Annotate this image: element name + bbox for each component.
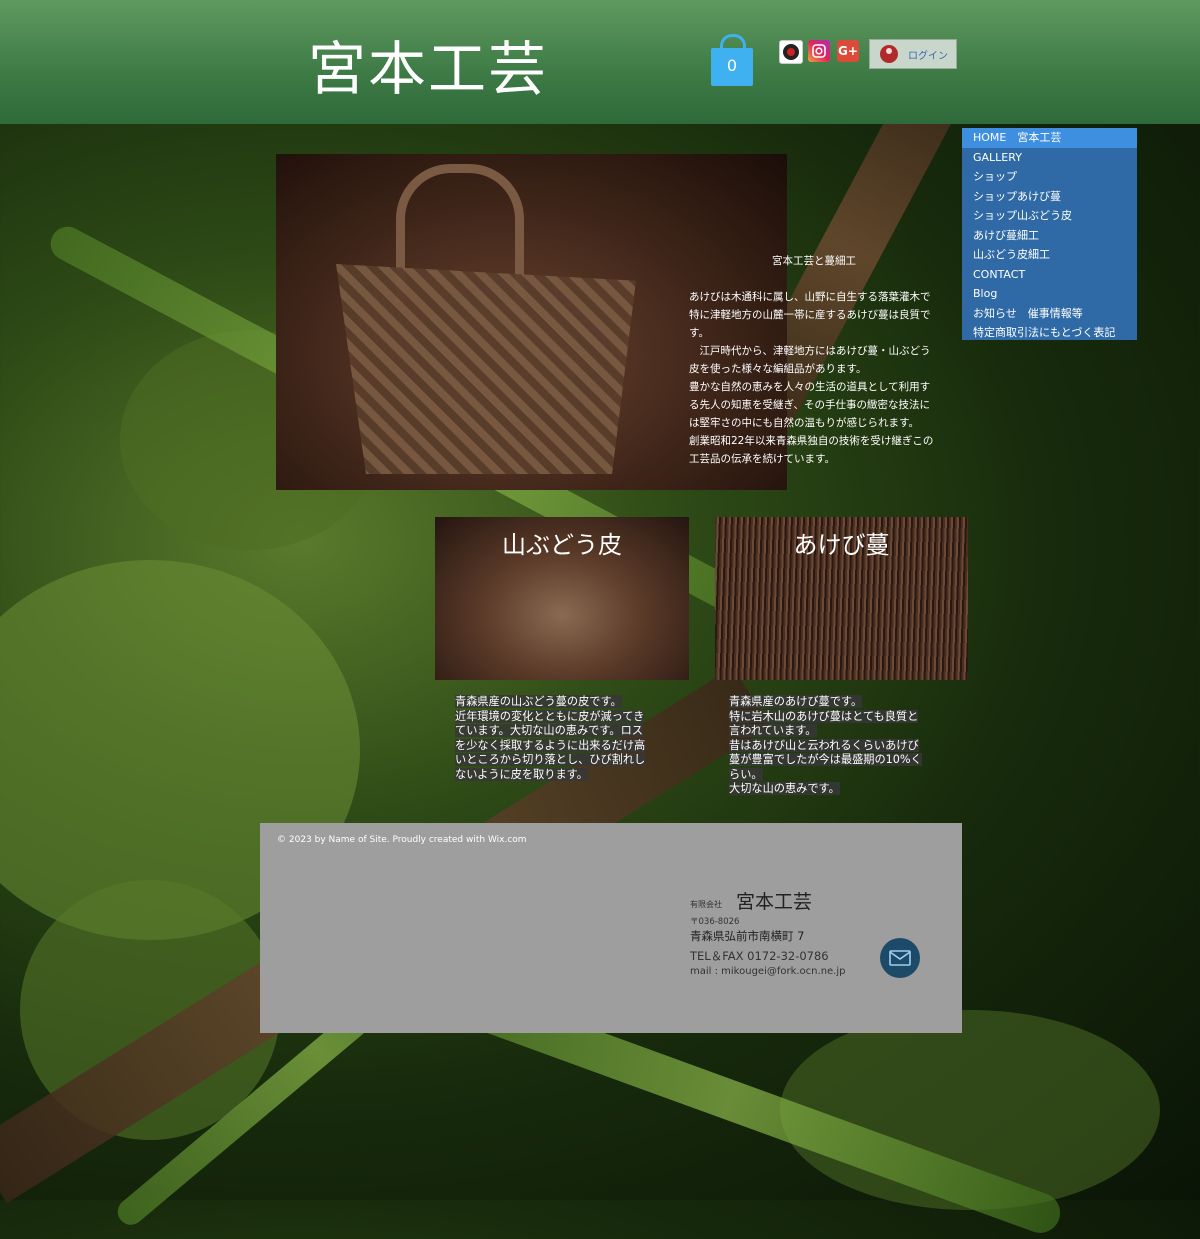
woven-basket-shape	[336, 264, 636, 474]
address: 青森県弘前市南横町 7	[690, 929, 805, 943]
card-title: 山ぶどう皮	[502, 531, 622, 559]
yamabudou-card-image[interactable]: 山ぶどう皮	[435, 517, 689, 680]
site-title[interactable]: 宮本工芸	[308, 22, 548, 106]
intro-paragraph: 豊かな自然の恵みを人々の生活の道具として利用する先人の知恵を受継ぎ、その手仕事の…	[689, 381, 931, 429]
user-avatar-icon	[880, 45, 898, 63]
menu-item-news[interactable]: お知らせ 催事情報等	[962, 304, 1137, 324]
company-prefix: 有限会社	[690, 900, 722, 909]
description-line: 言われています。	[729, 724, 817, 737]
description-line: らい。	[729, 767, 763, 781]
instagram-icon[interactable]	[808, 40, 830, 62]
phone-fax: TEL＆FAX 0172-32-0786	[690, 949, 829, 963]
menu-item-legal[interactable]: 特定商取引法にもとづく表記	[962, 323, 1137, 343]
menu-item-gallery[interactable]: GALLERY	[962, 148, 1137, 168]
description-line: 昔はあけび山と云われるくらいあけび	[729, 738, 919, 752]
site-header: 宮本工芸 0 G+ ログイン	[0, 0, 1200, 124]
google-plus-icon[interactable]: G+	[837, 40, 859, 62]
intro-paragraph: あけびは木通科に属し、山野に自生する落葉灌木で特に津軽地方の山麓一帯に産するあけ…	[689, 291, 931, 339]
intro-paragraph: 江戸時代から、津軽地方にはあけび蔓・山ぶどう皮を使った様々な編組品があります。	[689, 345, 931, 375]
postal-code: 〒036-8026	[690, 917, 740, 927]
cart-count: 0	[726, 56, 738, 75]
envelope-icon	[889, 950, 911, 966]
akebi-description: 青森県産のあけび蔓です。 特に岩木山のあけび蔓はとても良質と 言われています。 …	[729, 695, 954, 797]
menu-item-blog[interactable]: Blog	[962, 284, 1137, 304]
description-line: 特に岩木山のあけび蔓はとても良質と	[729, 709, 919, 723]
google-plus-label: G+	[838, 44, 858, 58]
description-line: を少なく採取するように出来るだけ高	[455, 738, 646, 752]
intro-title: 宮本工芸と蔓細工	[772, 255, 856, 267]
mail-button[interactable]	[880, 938, 920, 978]
description-line: 近年環境の変化とともに皮が減ってき	[455, 709, 645, 723]
copyright-text: © 2023 by Name of Site. Proudly created …	[277, 835, 527, 845]
menu-item-shop[interactable]: ショップ	[962, 167, 1137, 187]
cart-button[interactable]: 0	[711, 34, 753, 86]
description-line: 蔓が豊富でしたが今は最盛期の10%く	[729, 753, 922, 766]
blog-logo-icon[interactable]	[779, 40, 803, 64]
site-footer: © 2023 by Name of Site. Proudly created …	[260, 823, 962, 1033]
description-line: ないように皮を取ります。	[455, 767, 588, 781]
site-menu: HOME 宮本工芸 GALLERY ショップ ショップあけび蔓 ショップ山ぶどう…	[962, 128, 1137, 340]
description-line: 青森県産の山ぶどう蔓の皮です。	[455, 695, 622, 708]
menu-item-yamabudou-craft[interactable]: 山ぶどう皮細工	[962, 245, 1137, 265]
menu-item-shop-yamabudou[interactable]: ショップ山ぶどう皮	[962, 206, 1137, 226]
card-title: あけび蔓	[793, 531, 890, 559]
menu-item-contact[interactable]: CONTACT	[962, 265, 1137, 285]
intro-paragraph: 創業昭和22年以来青森県独自の技術を受け継ぎこの工芸品の伝承を続けています。	[689, 435, 934, 465]
akebi-card-image[interactable]: あけび蔓	[715, 517, 968, 680]
yamabudou-description: 青森県産の山ぶどう蔓の皮です。 近年環境の変化とともに皮が減ってき ています。大…	[455, 695, 675, 782]
email-address[interactable]: mail : mikougei@fork.ocn.ne.jp	[690, 966, 846, 977]
menu-item-shop-akebi[interactable]: ショップあけび蔓	[962, 187, 1137, 207]
description-line: 青森県産のあけび蔓です。	[729, 695, 863, 708]
login-button[interactable]: ログイン	[869, 39, 957, 69]
login-label: ログイン	[908, 50, 948, 62]
intro-text: 宮本工芸と蔓細工 あけびは木通科に属し、山野に自生する落葉灌木で特に津軽地方の山…	[689, 252, 939, 468]
description-line: いところから切り落とし、ひび割れし	[455, 753, 646, 766]
menu-item-home[interactable]: HOME 宮本工芸	[962, 128, 1137, 148]
menu-item-akebi-craft[interactable]: あけび蔓細工	[962, 226, 1137, 246]
description-line: ています。大切な山の恵みです。ロス	[455, 724, 643, 737]
company-name: 宮本工芸	[736, 891, 813, 913]
description-line: 大切な山の恵みです。	[729, 782, 840, 795]
